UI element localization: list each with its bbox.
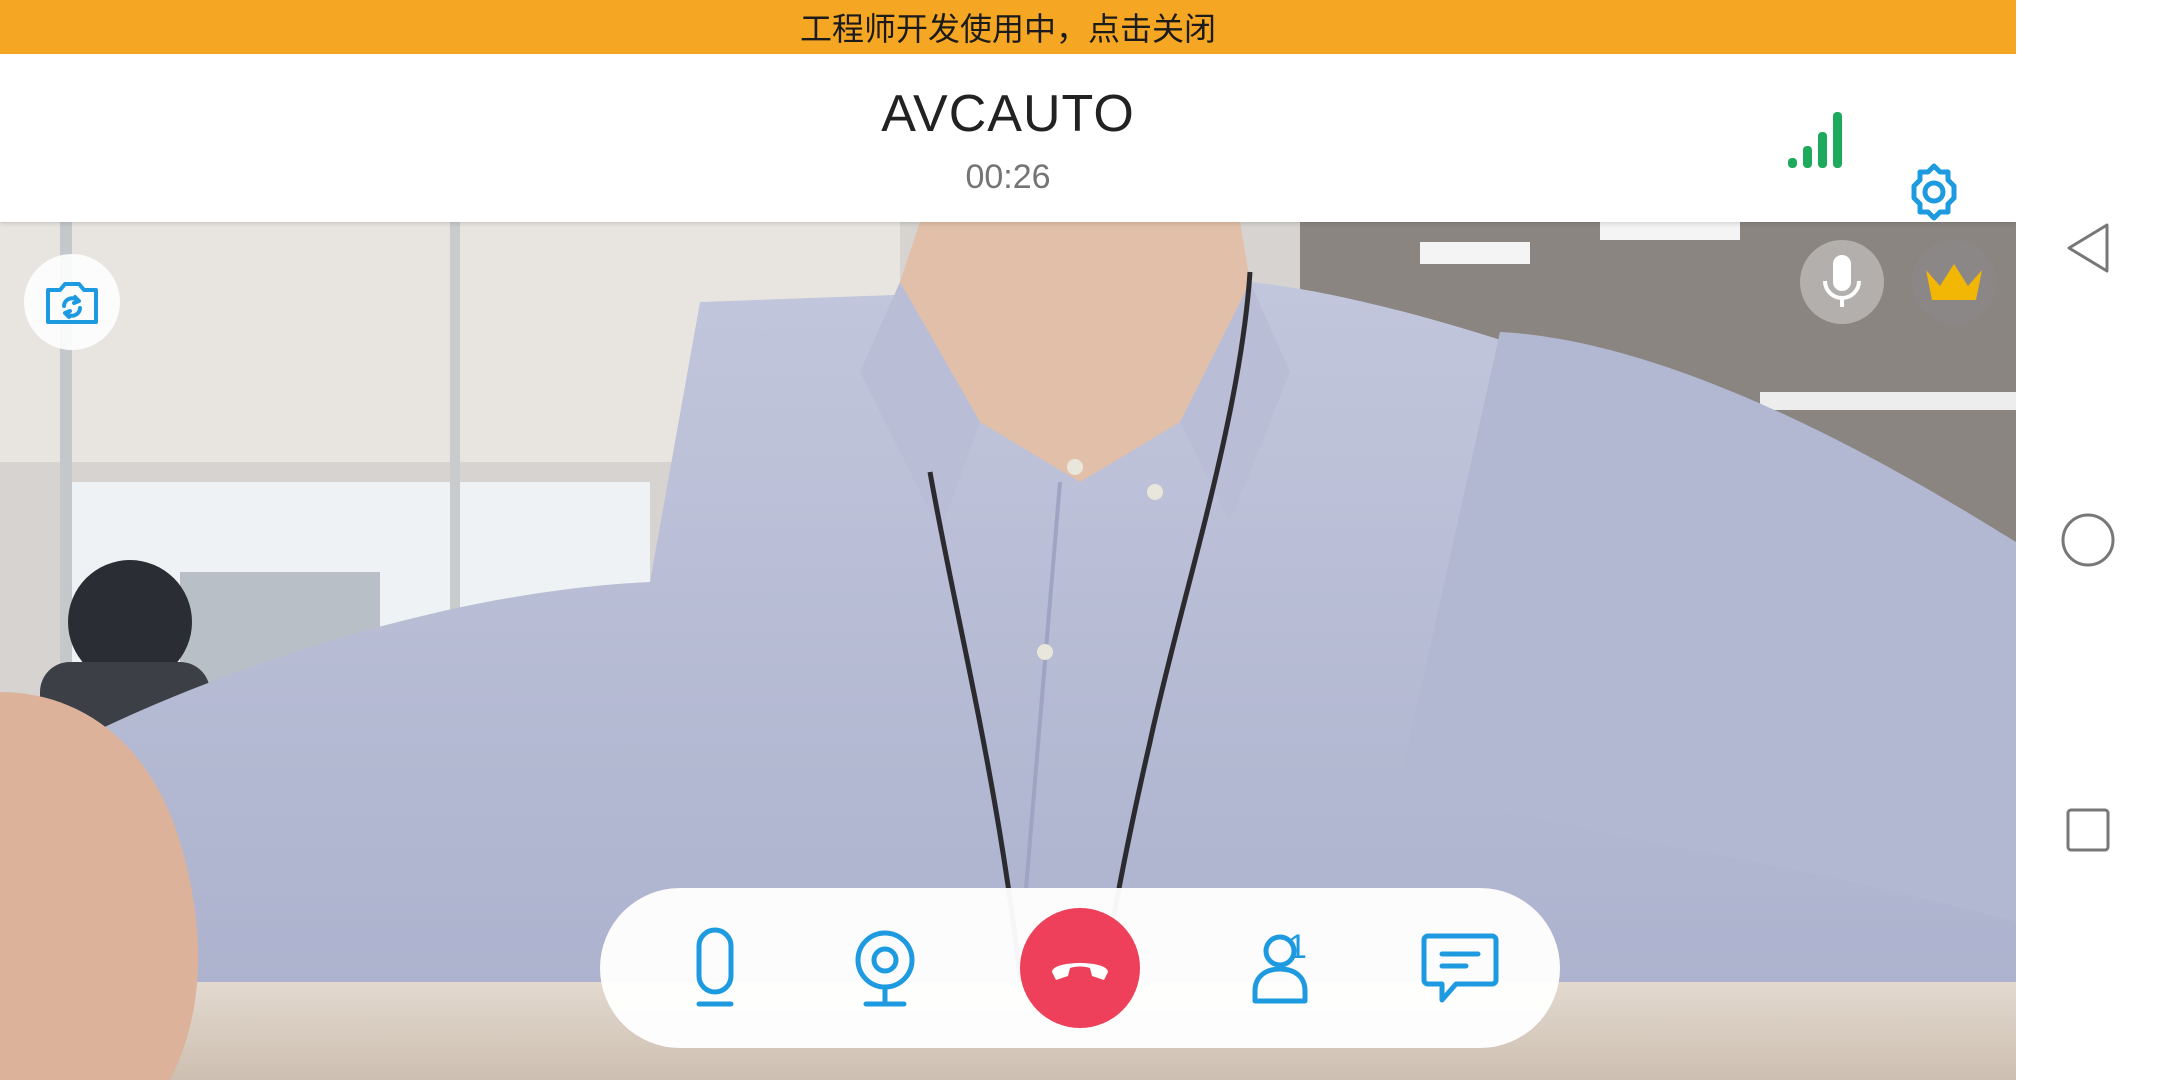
back-triangle-icon <box>2067 223 2109 273</box>
phone-hangup-icon <box>1052 963 1108 980</box>
developer-banner-text: 工程师开发使用中，点击关闭 <box>799 10 1216 48</box>
chat-button[interactable] <box>1405 888 1515 1048</box>
video-call-app: 工程师开发使用中，点击关闭 AVCAUTO 00:26 1 <box>0 0 2016 1080</box>
signal-strength-icon <box>1788 112 1842 168</box>
participant-count: 1 <box>1288 928 1307 966</box>
gear-icon[interactable] <box>1902 160 1966 224</box>
recent-apps-square-icon <box>2066 808 2110 852</box>
call-control-bar: 1 <box>600 888 1560 1048</box>
host-badge <box>1912 240 1996 324</box>
end-call-circle <box>1020 908 1140 1028</box>
end-call-button[interactable] <box>1018 888 1142 1048</box>
microphone-icon <box>1823 255 1861 307</box>
system-navigation-bar <box>2016 0 2160 1080</box>
nav-back-button[interactable] <box>2058 218 2118 278</box>
switch-camera-button[interactable] <box>24 254 120 350</box>
call-header: AVCAUTO 00:26 <box>0 54 2016 222</box>
developer-mode-banner[interactable]: 工程师开发使用中，点击关闭 <box>0 0 2016 54</box>
call-timer: 00:26 <box>965 158 1051 196</box>
contact-name: AVCAUTO <box>881 85 1135 143</box>
webcam-icon <box>855 930 915 1007</box>
participants-button[interactable] <box>1220 888 1340 1048</box>
nav-home-button[interactable] <box>2058 510 2118 570</box>
nav-recent-apps-button[interactable] <box>2058 800 2118 860</box>
mic-status-indicator <box>1800 240 1884 324</box>
home-circle-icon <box>2061 513 2115 567</box>
camera-switch-icon <box>46 282 98 324</box>
microphone-icon <box>696 927 734 1007</box>
toggle-camera-button[interactable] <box>830 888 940 1048</box>
crown-icon <box>1926 264 1982 300</box>
mute-microphone-button[interactable] <box>660 888 770 1048</box>
chat-bubble-icon <box>1421 933 1499 1003</box>
